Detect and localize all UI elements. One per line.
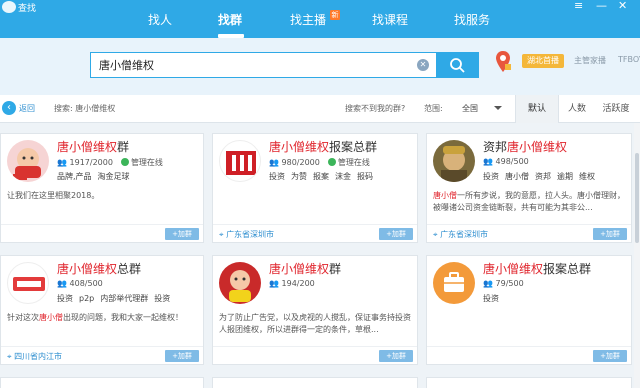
nav-find-people[interactable]: 找人 [148,11,172,29]
members-icon: 👥 [57,158,70,167]
group-card[interactable] [426,377,632,388]
group-meta: 👥 194/200 [269,279,315,288]
tab-activity[interactable]: 活跃度 [596,95,636,123]
members-icon: 👥 [269,279,282,288]
results-scrollbar[interactable] [634,123,640,388]
close-icon[interactable]: ✕ [618,0,627,12]
results-grid: 唐小僧维权群 👥 1917/2000 管理在线 品牌,产品 淘金足球 让我们在这里相… [0,123,640,388]
group-avatar [7,262,49,304]
group-meta: 👥 498/500 [483,157,529,166]
minimize-icon[interactable]: — [596,0,607,12]
group-card[interactable]: 资邦唐小僧维权 👥 498/500 投资 唐小僧 资邦 逾期 维权 唐小僧一所有步说，我… [426,133,632,243]
group-meta: 👥 79/500 [483,279,524,288]
menu-icon[interactable]: ≡ [574,0,583,12]
search-box: ✕ [90,52,437,78]
card-footer: +加群 [1,224,203,242]
top-nav-bar: 查找 ≡ — ✕ 找人 找群 找主播 新 找课程 找服务 [0,0,640,38]
admin-online-icon [120,158,129,166]
scrollbar-thumb[interactable] [635,153,639,243]
admin-online-icon [327,158,336,166]
card-footer: ⌖ 四川省内江市 +加群 [1,346,203,364]
location-icon: ⌖ [433,230,441,239]
group-meta: 👥 1917/2000 管理在线 [57,158,163,167]
search-button[interactable] [437,52,479,78]
group-card[interactable]: 唐小僧维权报案总群 👥 980/2000 管理在线 投资 为赞 报案 沫金 报码 ⌖ 广东… [212,133,418,243]
range-select[interactable]: 全国 [462,103,478,114]
group-card[interactable] [0,377,204,388]
header-link-2[interactable]: TFBOY [618,55,640,64]
region-badge[interactable]: 湖北首播 [522,54,564,68]
card-footer: ⌖ 广东省深圳市 +加群 [427,224,631,242]
app-logo-icon [2,1,16,13]
nav-find-streamers[interactable]: 找主播 [290,11,326,29]
join-group-button[interactable]: +加群 [165,228,199,240]
search-area: ✕ 湖北首播 主管家播 TFBOY [0,38,640,95]
members-icon: 👥 [483,279,496,288]
search-icon [450,58,465,73]
group-tags: 投资 p2p 内部举代理群 投资 [57,294,171,303]
back-link[interactable]: 返回 [19,103,35,114]
group-location: ⌖ 四川省内江市 [7,352,63,361]
new-badge: 新 [330,10,340,20]
filter-bar: ‹ 返回 搜索: 唐小僧维权 搜索不到我的群? 范围: 全国 默认 人数 活跃度 [0,95,640,123]
group-location: ⌖ 广东省深圳市 [433,230,489,239]
group-title[interactable]: 资邦唐小僧维权 [483,138,567,155]
group-tags: 品牌,产品 淘金足球 [57,172,130,181]
join-group-button[interactable]: +加群 [165,350,199,362]
nav-find-services[interactable]: 找服务 [454,11,490,29]
group-title[interactable]: 唐小僧维权群 [269,260,341,277]
card-footer: ⌖ 广东省深圳市 +加群 [213,224,417,242]
join-group-button[interactable]: +加群 [379,228,413,240]
group-description: 为了防止广告党，以及虎视的人搅乱，保证事务持投资人报团维权，所以进群得一定的条件… [219,313,411,334]
join-group-button[interactable]: +加群 [593,350,627,362]
chevron-down-icon[interactable] [494,106,502,110]
members-icon: 👥 [483,157,496,166]
group-tags: 投资 [483,294,499,303]
tab-members[interactable]: 人数 [560,95,594,123]
location-icon: ⌖ [7,352,15,361]
search-input[interactable] [99,57,409,73]
nav-find-courses[interactable]: 找课程 [372,11,408,29]
group-card[interactable]: 唐小僧维权群 👥 194/200 为了防止广告党，以及虎视的人搅乱，保证事务持投… [212,255,418,365]
feedback-link[interactable]: 搜索不到我的群? [345,103,405,114]
range-label: 范围: [424,104,443,113]
group-description: 唐小僧一所有步说，我的意愿，拉人头。唐小僧理财，被曝诸公司资金链断裂，共有可能为… [433,191,625,212]
location-pin-icon[interactable] [494,50,512,74]
location-icon: ⌖ [219,230,227,239]
members-icon: 👥 [57,279,70,288]
group-title[interactable]: 唐小僧维权群 [57,138,129,155]
group-tags: 投资 唐小僧 资邦 逾期 维权 [483,172,595,181]
header-link-1[interactable]: 主管家播 [574,55,606,66]
back-arrow-icon[interactable]: ‹ [2,101,16,115]
group-card[interactable]: 唐小僧维权群 👥 1917/2000 管理在线 品牌,产品 淘金足球 让我们在这里相… [0,133,204,243]
group-avatar [7,140,49,182]
app-title: 查找 [18,4,37,14]
group-description: 针对这次唐小僧出现的问题，我和大家一起维权！ [7,313,183,322]
group-avatar [433,262,475,304]
group-card[interactable]: 唐小僧维权报案总群 👥 79/500 投资 +加群 [426,255,632,365]
briefcase-icon [444,272,464,292]
group-avatar [219,262,261,304]
card-footer: +加群 [213,346,417,364]
group-tags: 投资 为赞 报案 沫金 报码 [269,172,373,181]
join-group-button[interactable]: +加群 [593,228,627,240]
group-meta: 👥 408/500 [57,279,103,288]
group-card[interactable]: 唐小僧维权总群 👥 408/500 投资 p2p 内部举代理群 投资 针对这次唐小僧出… [0,255,204,365]
join-group-button[interactable]: +加群 [379,350,413,362]
group-location: ⌖ 广东省深圳市 [219,230,275,239]
card-footer: +加群 [427,346,631,364]
group-avatar [219,140,261,182]
nav-find-groups[interactable]: 找群 [218,11,242,29]
group-avatar [433,140,475,182]
group-meta: 👥 980/2000 管理在线 [269,158,370,167]
tab-default[interactable]: 默认 [515,95,559,123]
members-icon: 👥 [269,158,282,167]
clear-icon[interactable]: ✕ [417,59,429,71]
group-title[interactable]: 唐小僧维权报案总群 [269,138,377,155]
group-card[interactable] [212,377,418,388]
group-description: 让我们在这里相聚2018。 [7,191,100,200]
group-title[interactable]: 唐小僧维权报案总群 [483,260,591,277]
group-title[interactable]: 唐小僧维权总群 [57,260,141,277]
search-summary: 搜索: 唐小僧维权 [54,104,116,113]
